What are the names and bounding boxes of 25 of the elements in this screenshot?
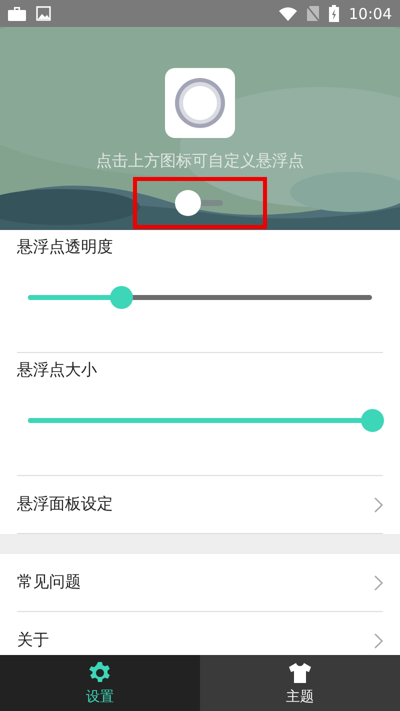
chevron-icon [374, 496, 383, 512]
chevron-icon [374, 574, 383, 590]
menu-label: 常见问题 [17, 572, 81, 593]
image-icon [36, 6, 51, 21]
gear-icon [88, 660, 112, 684]
menu-label: 悬浮面板设定 [17, 494, 113, 515]
wifi-icon [278, 6, 297, 20]
briefcase-icon [8, 6, 26, 20]
no-sim-icon [306, 6, 319, 21]
clock-time: 10:04 [348, 4, 392, 22]
floating-dot-button[interactable] [165, 68, 235, 138]
battery-charging-icon [328, 5, 339, 22]
nav-tab[interactable]: 主题 [200, 655, 400, 711]
nav-tab[interactable]: 设置 [0, 655, 200, 711]
slider-thumb[interactable] [361, 409, 384, 432]
menu-label: 关于 [17, 630, 49, 651]
menu-row[interactable]: 常见问题 [17, 554, 383, 612]
slider-label: 悬浮点透明度 [17, 237, 114, 258]
ring-icon [172, 75, 228, 131]
chevron-icon [374, 632, 383, 648]
slider-thumb[interactable] [110, 286, 133, 309]
slider-label: 悬浮点大小 [17, 360, 98, 381]
hint-text: 点击上方图标可自定义悬浮点 [96, 151, 304, 172]
shirt-icon [288, 660, 312, 684]
toggle-switch[interactable] [175, 190, 225, 216]
